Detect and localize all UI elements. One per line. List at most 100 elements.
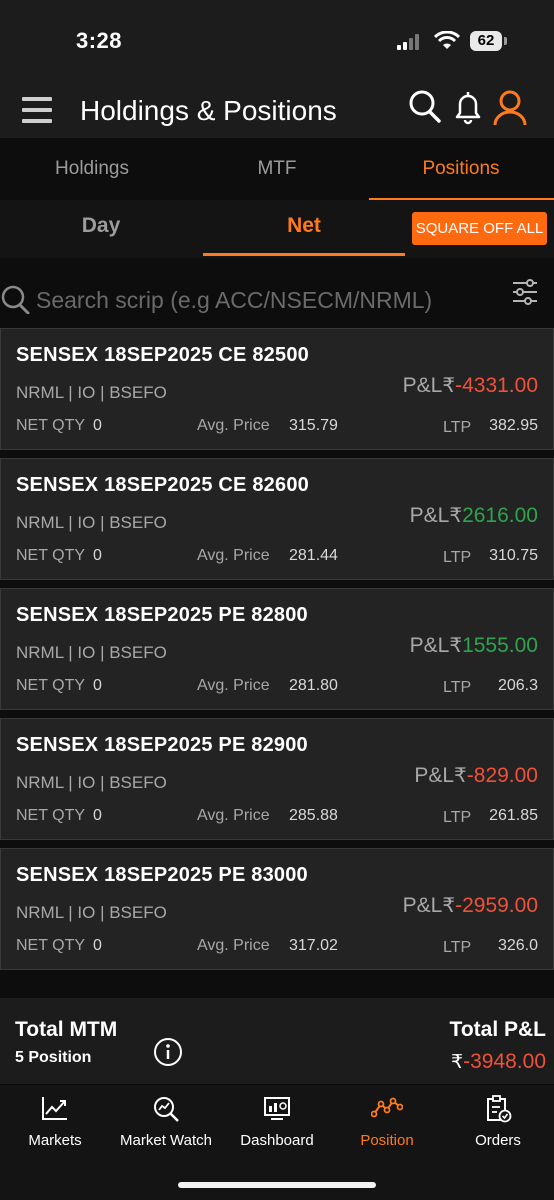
subtab-day[interactable]: Day: [0, 200, 202, 256]
home-indicator[interactable]: [178, 1182, 376, 1188]
cellular-signal-icon: [397, 34, 425, 50]
positions-list: SENSEX 18SEP2025 CE 82500 NRML | IO | BS…: [0, 328, 554, 978]
pnl-value: 2616.00: [462, 504, 538, 527]
menu-icon[interactable]: [22, 97, 52, 123]
scrip-meta: NRML | IO | BSEFO: [16, 383, 167, 402]
tab-mtf[interactable]: MTF: [185, 138, 369, 198]
scrip-meta: NRML | IO | BSEFO: [16, 643, 167, 662]
subtab-net[interactable]: Net: [202, 200, 406, 256]
net-qty-label: NET QTY: [16, 937, 86, 954]
position-line-icon: [371, 1097, 403, 1118]
nav-label: Orders: [475, 1132, 521, 1149]
rupee-symbol: ₹: [442, 375, 456, 397]
ltp-value: 310.75: [489, 547, 538, 564]
nav-market-watch[interactable]: Market Watch: [111, 1085, 221, 1175]
nav-position[interactable]: Position: [332, 1085, 442, 1175]
chart-line-icon: [42, 1097, 67, 1120]
nav-markets[interactable]: Markets: [0, 1085, 110, 1175]
orders-clipboard-icon: [487, 1095, 512, 1123]
pnl-value: -829.00: [466, 764, 538, 787]
net-qty-value: 0: [93, 417, 102, 434]
ltp-value: 382.95: [489, 417, 538, 434]
ltp-value: 206.3: [497, 677, 538, 694]
tab-positions[interactable]: Positions: [369, 138, 553, 198]
position-subtabs: Day Net SQUARE OFF ALL: [0, 200, 554, 258]
position-card[interactable]: SENSEX 18SEP2025 CE 82600 NRML | IO | BS…: [0, 458, 554, 580]
active-subtab-indicator: [203, 253, 405, 256]
dashboard-icon: [264, 1097, 290, 1120]
ltp-value: 261.85: [489, 807, 538, 824]
battery-tip: [504, 37, 507, 45]
pnl-label: P&L: [409, 634, 450, 657]
nav-orders[interactable]: Orders: [443, 1085, 553, 1175]
filter-sliders-icon[interactable]: [511, 278, 539, 306]
pnl-block: P&L₹-4331.00: [403, 373, 538, 398]
total-pnl-label: Total P&L: [449, 1018, 546, 1041]
main-tabs: Holdings MTF Positions: [0, 138, 554, 200]
net-qty-value: 0: [93, 677, 102, 694]
total-pnl-block: ₹-3948.00: [451, 1050, 546, 1074]
rupee-symbol: ₹: [454, 765, 467, 787]
ltp-label: LTP: [443, 809, 472, 826]
info-icon[interactable]: [153, 1037, 183, 1067]
scrip-name: SENSEX 18SEP2025 PE 82900: [16, 734, 308, 756]
pnl-value: 1555.00: [462, 634, 538, 657]
position-card[interactable]: SENSEX 18SEP2025 PE 82900 NRML | IO | BS…: [0, 718, 554, 840]
position-card[interactable]: SENSEX 18SEP2025 CE 82500 NRML | IO | BS…: [0, 328, 554, 450]
nav-label: Position: [360, 1132, 414, 1149]
avg-price-value: 281.80: [289, 677, 338, 694]
rupee-symbol: ₹: [449, 635, 463, 657]
rupee-symbol: ₹: [442, 895, 456, 917]
rupee-symbol: ₹: [449, 505, 463, 527]
pnl-value: -2959.00: [455, 894, 538, 917]
avg-price-label: Avg. Price: [197, 677, 270, 694]
total-pnl-value: -3948.00: [463, 1050, 546, 1073]
net-qty-label: NET QTY: [16, 417, 86, 434]
avg-price-value: 317.02: [289, 937, 338, 954]
scrip-name: SENSEX 18SEP2025 PE 83000: [16, 864, 308, 886]
wifi-icon: [434, 31, 460, 49]
net-qty-label: NET QTY: [16, 677, 86, 694]
battery-icon: 62: [470, 31, 502, 51]
pnl-block: P&L₹1555.00: [410, 633, 538, 658]
search-icon[interactable]: [408, 89, 442, 125]
ltp-label: LTP: [443, 679, 472, 696]
ltp-value: 326.0: [497, 937, 538, 954]
scrip-name: SENSEX 18SEP2025 CE 82600: [16, 474, 309, 496]
totals-bar: Total MTM 5 Position Total P&L ₹-3948.00: [0, 998, 554, 1084]
pnl-label: P&L: [409, 504, 450, 527]
nav-label: Markets: [28, 1132, 82, 1149]
status-time: 3:28: [76, 28, 123, 53]
search-input[interactable]: [34, 280, 498, 320]
bottom-navigation: Markets Market Watch Dashboard Position: [0, 1085, 554, 1200]
page-title: Holdings & Positions: [80, 95, 337, 126]
ltp-label: LTP: [443, 939, 472, 956]
status-bar: 3:28 62: [0, 0, 554, 76]
avg-price-label: Avg. Price: [197, 547, 270, 564]
search-icon: [1, 285, 30, 314]
position-card[interactable]: SENSEX 18SEP2025 PE 83000 NRML | IO | BS…: [0, 848, 554, 970]
avg-price-value: 285.88: [289, 807, 338, 824]
pnl-block: P&L₹2616.00: [410, 503, 538, 528]
magnify-chart-icon: [154, 1097, 179, 1122]
pnl-label: P&L: [402, 374, 443, 397]
avg-price-value: 315.79: [289, 417, 338, 434]
tab-holdings[interactable]: Holdings: [0, 138, 184, 198]
pnl-label: P&L: [402, 894, 443, 917]
app-header: Holdings & Positions: [0, 76, 554, 138]
net-qty-label: NET QTY: [16, 547, 86, 564]
position-card[interactable]: SENSEX 18SEP2025 PE 82800 NRML | IO | BS…: [0, 588, 554, 710]
avg-price-value: 281.44: [289, 547, 338, 564]
scrip-meta: NRML | IO | BSEFO: [16, 513, 167, 532]
net-qty-label: NET QTY: [16, 807, 86, 824]
scrip-name: SENSEX 18SEP2025 PE 82800: [16, 604, 308, 626]
bell-icon[interactable]: [454, 89, 482, 125]
scrip-meta: NRML | IO | BSEFO: [16, 903, 167, 922]
square-off-all-button[interactable]: SQUARE OFF ALL: [412, 212, 547, 245]
user-profile-icon[interactable]: [492, 89, 528, 127]
net-qty-value: 0: [93, 937, 102, 954]
nav-dashboard[interactable]: Dashboard: [222, 1085, 332, 1175]
position-count: 5 Position: [15, 1049, 92, 1066]
avg-price-label: Avg. Price: [197, 807, 270, 824]
nav-label: Dashboard: [240, 1132, 314, 1149]
